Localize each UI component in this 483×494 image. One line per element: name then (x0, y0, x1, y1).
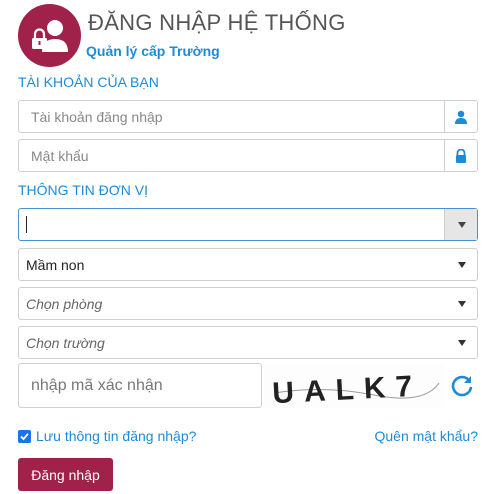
captcha-input[interactable]: nhập mã xác nhận (18, 363, 262, 408)
username-field[interactable]: Tài khoản đăng nhập (18, 100, 478, 133)
password-field[interactable]: Mật khẩu (18, 139, 478, 172)
refresh-icon (451, 375, 473, 397)
chevron-down-icon (458, 262, 466, 268)
remember-label: Lưu thông tin đăng nhập? (36, 428, 197, 444)
refresh-captcha-button[interactable] (449, 372, 475, 398)
app-logo (18, 4, 81, 67)
page-title: ĐĂNG NHẬP HỆ THỐNG (88, 10, 346, 35)
page-subtitle: Quản lý cấp Trường (86, 43, 220, 59)
user-icon (455, 110, 467, 124)
username-placeholder: Tài khoản đăng nhập (31, 109, 163, 125)
captcha-text: UALK7 (271, 369, 423, 408)
school-select-placeholder: Chọn trường (26, 335, 105, 351)
captcha-image: UALK7 (264, 363, 444, 410)
room-select[interactable]: Chọn phòng (18, 287, 478, 320)
unit-combobox-toggle[interactable] (444, 209, 477, 240)
checkmark-icon (20, 432, 29, 440)
chevron-down-icon (458, 301, 466, 307)
text-cursor (26, 216, 27, 233)
captcha-placeholder: nhập mã xác nhận (31, 377, 163, 394)
account-section-heading: TÀI KHOẢN CỦA BẠN (18, 74, 159, 90)
user-lock-icon (32, 20, 68, 52)
chevron-down-icon (458, 340, 466, 346)
unit-combobox[interactable] (18, 208, 478, 241)
user-icon-addon (444, 101, 477, 132)
remember-login[interactable]: Lưu thông tin đăng nhập? (18, 428, 196, 444)
lock-icon-addon (444, 140, 477, 171)
level-select[interactable]: Mầm non (18, 248, 478, 281)
unit-section-heading: THÔNG TIN ĐƠN VỊ (18, 182, 148, 198)
remember-checkbox[interactable] (18, 429, 31, 443)
login-button[interactable]: Đăng nhập (18, 458, 113, 491)
level-select-value: Mầm non (26, 257, 85, 273)
lock-icon (456, 148, 466, 163)
password-placeholder: Mật khẩu (31, 148, 89, 164)
chevron-down-icon (458, 222, 466, 228)
forgot-password-link[interactable]: Quên mật khẩu? (374, 428, 478, 444)
room-select-placeholder: Chọn phòng (26, 296, 103, 312)
school-select[interactable]: Chọn trường (18, 326, 478, 359)
